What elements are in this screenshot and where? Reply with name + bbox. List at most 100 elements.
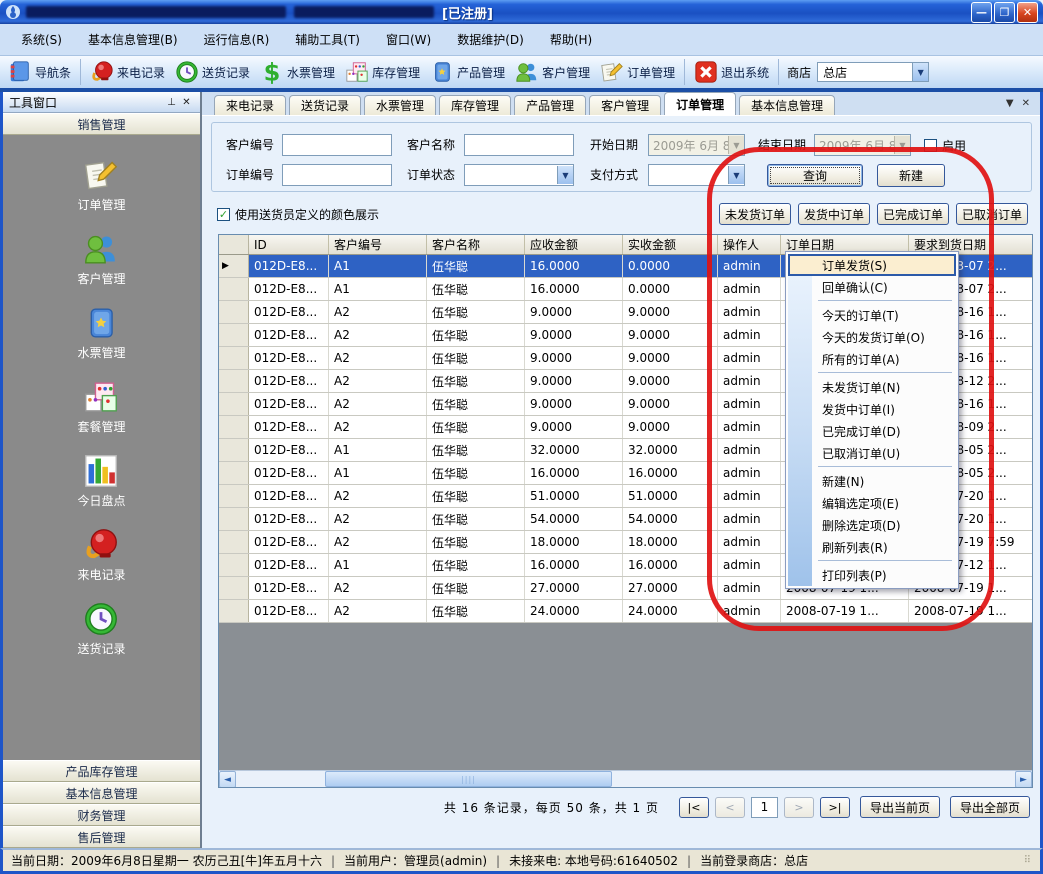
checkbox-check-icon[interactable]: ✓ <box>217 208 230 221</box>
grid-header-received[interactable]: 实收金额 <box>623 235 718 254</box>
row-selector[interactable] <box>219 600 249 622</box>
sidebar-group-sales[interactable]: 销售管理 <box>3 113 200 135</box>
sidebar-item-package-manage[interactable]: 套餐管理 <box>77 379 125 435</box>
context-menu-item[interactable]: 未发货订单(N) <box>788 376 956 398</box>
menu-item[interactable]: 基本信息管理(B) <box>75 26 191 53</box>
context-menu-item[interactable]: 删除选定项(D) <box>788 514 956 536</box>
grid-header-id[interactable]: ID <box>249 235 329 254</box>
order-status-filter-button[interactable]: 已取消订单 <box>956 203 1028 225</box>
call-record-button[interactable]: 来电记录 <box>85 58 170 86</box>
context-menu-item[interactable]: 所有的订单(A) <box>788 348 956 370</box>
new-button[interactable]: 新建 <box>877 164 945 187</box>
document-tab[interactable]: 订单管理 <box>664 92 736 115</box>
enable-date-checkbox[interactable]: 启用 <box>924 137 966 154</box>
sidebar-item-today-inventory[interactable]: 今日盘点 <box>77 453 125 509</box>
context-menu-item[interactable]: 发货中订单(I) <box>788 398 956 420</box>
menu-item[interactable]: 辅助工具(T) <box>282 26 373 53</box>
sidebar-item-delivery-record[interactable]: 送货记录 <box>77 601 125 657</box>
nav-bar-button[interactable]: 导航条 <box>3 58 76 86</box>
document-tab[interactable]: 产品管理 <box>514 95 586 115</box>
shop-select[interactable]: 总店 ▼ <box>817 62 929 82</box>
maximize-button[interactable]: ❐ <box>994 2 1015 23</box>
last-page-button[interactable]: >| <box>820 797 850 818</box>
row-selector[interactable] <box>219 278 249 300</box>
row-selector[interactable] <box>219 324 249 346</box>
sidebar-group-header[interactable]: 售后管理 <box>3 826 200 848</box>
sidebar-group-header[interactable]: 基本信息管理 <box>3 782 200 804</box>
delivery-color-checkbox[interactable]: ✓ 使用送货员定义的颜色展示 <box>217 206 379 223</box>
scroll-right-icon[interactable]: ► <box>1015 771 1032 788</box>
order-status-filter-button[interactable]: 发货中订单 <box>798 203 870 225</box>
context-menu-item[interactable]: 订单发货(S) <box>788 254 956 276</box>
pay-method-select[interactable]: ▼ <box>648 164 745 186</box>
product-manage-button[interactable]: 产品管理 <box>425 58 510 86</box>
next-page-button[interactable]: > <box>784 797 814 818</box>
chevron-down-icon[interactable]: ▼ <box>557 166 573 184</box>
water-ticket-button[interactable]: $ 水票管理 <box>255 58 340 86</box>
menu-item[interactable]: 帮助(H) <box>537 26 605 53</box>
scrollbar-thumb[interactable]: |||| <box>325 771 612 787</box>
sidebar-item-customer-manage[interactable]: 客户管理 <box>77 231 125 287</box>
document-tab[interactable]: 来电记录 <box>214 95 286 115</box>
sidebar-group-header[interactable]: 财务管理 <box>3 804 200 826</box>
stock-manage-button[interactable]: 库存管理 <box>340 58 425 86</box>
chevron-down-icon[interactable]: ▼ <box>912 63 928 81</box>
order-no-input[interactable] <box>282 164 392 186</box>
context-menu-item[interactable]: 打印列表(P) <box>788 564 956 586</box>
sidebar-item-water-ticket[interactable]: 水票管理 <box>77 305 125 361</box>
customer-no-input[interactable] <box>282 134 392 156</box>
row-selector[interactable] <box>219 416 249 438</box>
document-tab[interactable]: 基本信息管理 <box>739 95 835 115</box>
query-button[interactable]: 查询 <box>767 164 863 187</box>
context-menu-item[interactable]: 今天的订单(T) <box>788 304 956 326</box>
context-menu-item[interactable]: 刷新列表(R) <box>788 536 956 558</box>
grid-header-customer-no[interactable]: 客户编号 <box>329 235 427 254</box>
document-tab[interactable]: 水票管理 <box>364 95 436 115</box>
row-selector[interactable] <box>219 347 249 369</box>
close-button[interactable]: ✕ <box>1017 2 1038 23</box>
start-date-picker[interactable]: 2009年 6月 8日 ▼ <box>648 134 745 156</box>
row-selector[interactable] <box>219 255 249 277</box>
customer-name-input[interactable] <box>464 134 574 156</box>
close-icon[interactable]: ✕ <box>179 95 194 110</box>
context-menu-item[interactable]: 今天的发货订单(O) <box>788 326 956 348</box>
export-current-page-button[interactable]: 导出当前页 <box>860 796 940 818</box>
row-selector[interactable] <box>219 370 249 392</box>
context-menu-item[interactable]: 回单确认(C) <box>788 276 956 298</box>
tab-list-dropdown-icon[interactable]: ▼ <box>1006 98 1014 109</box>
menu-item[interactable]: 数据维护(D) <box>444 26 537 53</box>
export-all-pages-button[interactable]: 导出全部页 <box>950 796 1030 818</box>
menu-item[interactable]: 窗口(W) <box>373 26 444 53</box>
menu-item[interactable]: 系统(S) <box>8 26 75 53</box>
row-selector[interactable] <box>219 301 249 323</box>
exit-system-button[interactable]: 退出系统 <box>689 58 774 86</box>
row-selector[interactable] <box>219 485 249 507</box>
page-number-input[interactable] <box>751 797 778 818</box>
tab-close-icon[interactable]: ✕ <box>1022 98 1030 109</box>
row-selector[interactable] <box>219 462 249 484</box>
grid-header-operator[interactable]: 操作人 <box>718 235 781 254</box>
row-selector[interactable] <box>219 577 249 599</box>
minimize-button[interactable]: — <box>971 2 992 23</box>
context-menu-item[interactable]: 已取消订单(U) <box>788 442 956 464</box>
context-menu-item[interactable]: 编辑选定项(E) <box>788 492 956 514</box>
context-menu-item[interactable]: 新建(N) <box>788 470 956 492</box>
first-page-button[interactable]: |< <box>679 797 709 818</box>
row-selector[interactable] <box>219 531 249 553</box>
sidebar-group-header[interactable]: 产品库存管理 <box>3 760 200 782</box>
document-tab[interactable]: 库存管理 <box>439 95 511 115</box>
menu-item[interactable]: 运行信息(R) <box>191 26 283 53</box>
context-menu-item[interactable]: 已完成订单(D) <box>788 420 956 442</box>
resize-grip-icon[interactable]: ⠿ <box>1024 855 1032 866</box>
row-selector[interactable] <box>219 508 249 530</box>
sidebar-item-call-record[interactable]: 来电记录 <box>77 527 125 583</box>
document-tab[interactable]: 送货记录 <box>289 95 361 115</box>
grid-header-customer-name[interactable]: 客户名称 <box>427 235 525 254</box>
grid-header-receivable[interactable]: 应收金额 <box>525 235 623 254</box>
table-row[interactable]: 012D-E8... A2 伍华聪 24.0000 24.0000 admin … <box>219 600 1032 623</box>
row-selector[interactable] <box>219 554 249 576</box>
delivery-record-button[interactable]: 送货记录 <box>170 58 255 86</box>
prev-page-button[interactable]: < <box>715 797 745 818</box>
order-manage-button[interactable]: 订单管理 <box>595 58 680 86</box>
document-tab[interactable]: 客户管理 <box>589 95 661 115</box>
